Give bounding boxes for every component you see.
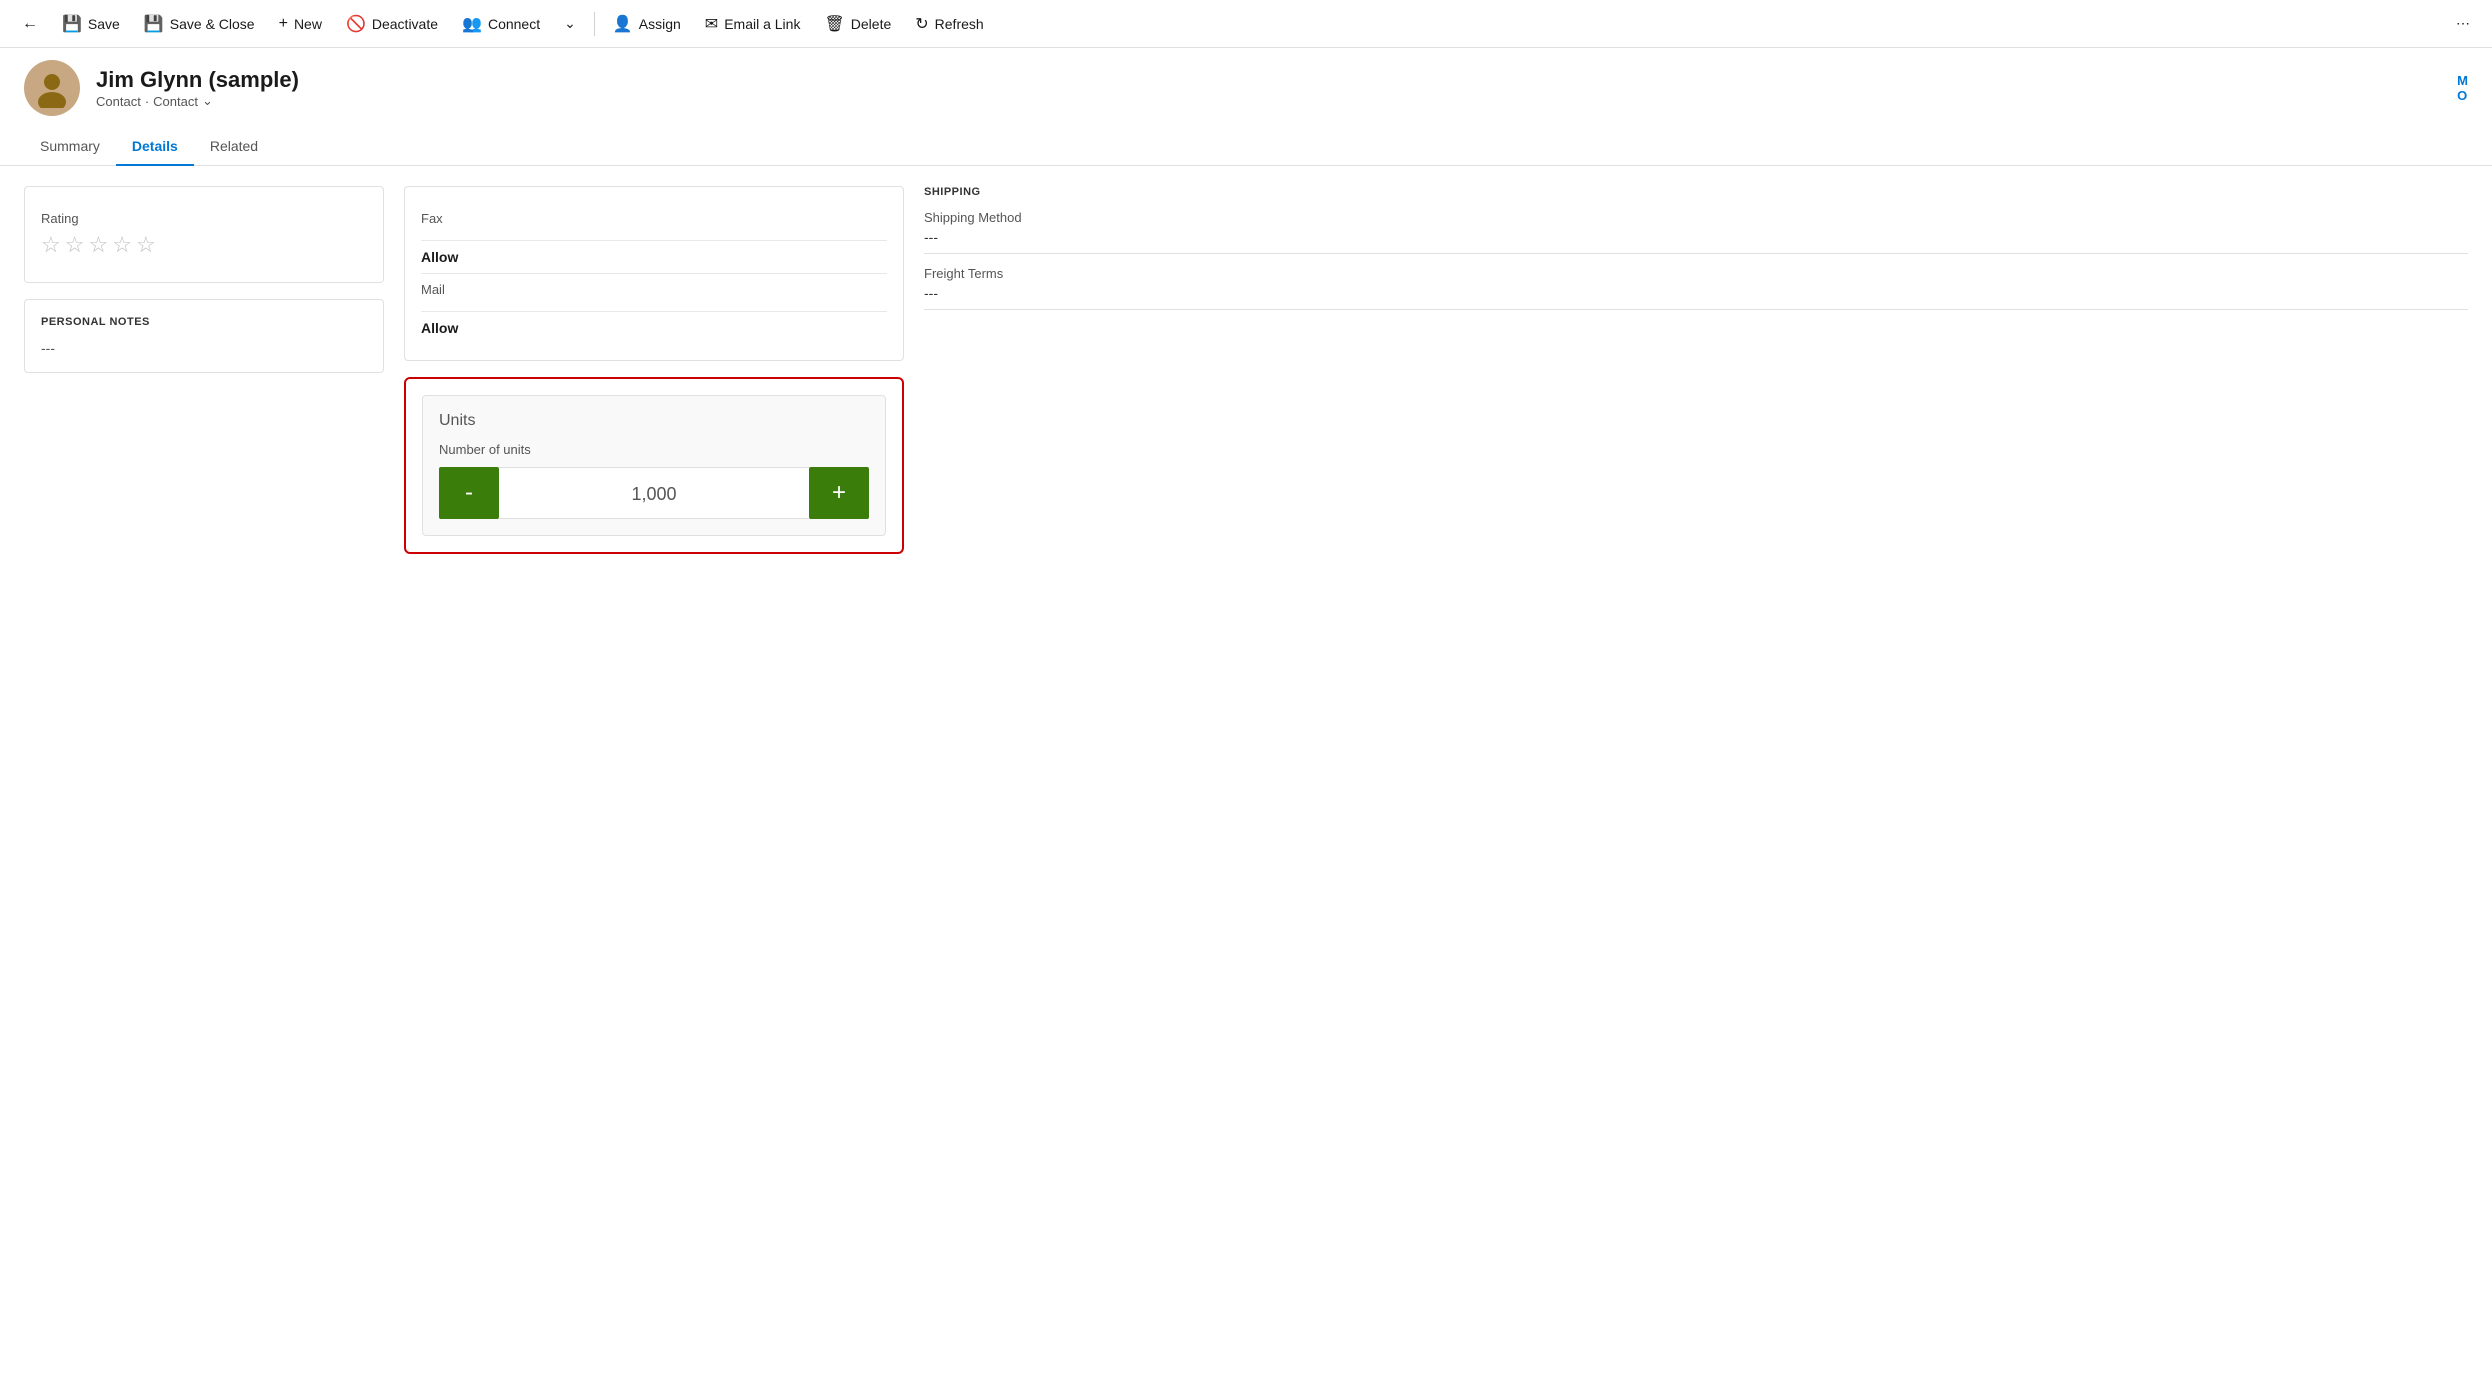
shipping-method-field: Shipping Method ---: [924, 210, 2468, 254]
units-value: 1,000: [499, 467, 809, 519]
refresh-icon: ↻: [915, 14, 928, 34]
right-column: SHIPPING Shipping Method --- Freight Ter…: [924, 186, 2468, 554]
star-4[interactable]: ☆: [112, 232, 132, 258]
connect-button[interactable]: 👥 Connect: [452, 8, 550, 40]
contact-separator: ·: [145, 94, 149, 109]
personal-notes-value: ---: [41, 340, 367, 356]
rating-stars[interactable]: ☆ ☆ ☆ ☆ ☆: [41, 232, 367, 258]
save-close-icon: 💾: [144, 14, 164, 34]
rating-card: Rating ☆ ☆ ☆ ☆ ☆: [24, 186, 384, 283]
mail-allow-field: Allow: [421, 312, 887, 344]
units-card-outer: Units Number of units - 1,000 +: [404, 377, 904, 554]
star-5[interactable]: ☆: [136, 232, 156, 258]
contact-type2[interactable]: Contact: [153, 94, 198, 109]
assign-icon: 👤: [613, 14, 633, 34]
mail-field: Mail: [421, 274, 887, 312]
delete-button[interactable]: 🗑 Delete: [814, 8, 901, 40]
mail-label: Mail: [421, 282, 887, 297]
contact-header: Jim Glynn (sample) Contact · Contact ⌄ M…: [0, 48, 2492, 128]
toolbar-separator: [594, 12, 595, 36]
shipping-method-value: ---: [924, 229, 2468, 254]
back-icon: ←: [22, 15, 38, 33]
rating-label: Rating: [41, 211, 367, 226]
refresh-button[interactable]: ↻ Refresh: [905, 8, 993, 40]
email-link-button[interactable]: ✉ Email a Link: [695, 8, 811, 40]
save-icon: 💾: [62, 14, 82, 34]
tab-related[interactable]: Related: [194, 128, 274, 166]
header-info: Jim Glynn (sample) Contact · Contact ⌄: [96, 67, 299, 109]
toolbar: ← 💾 Save 💾 Save & Close + New 🚫 Deactiva…: [0, 0, 2492, 48]
star-2[interactable]: ☆: [65, 232, 85, 258]
left-column: Rating ☆ ☆ ☆ ☆ ☆ PERSONAL NOTES ---: [24, 186, 384, 554]
freight-terms-field: Freight Terms ---: [924, 266, 2468, 310]
deactivate-icon: 🚫: [346, 14, 366, 34]
main-content: Rating ☆ ☆ ☆ ☆ ☆ PERSONAL NOTES --- Fax: [0, 166, 2492, 574]
star-3[interactable]: ☆: [88, 232, 108, 258]
save-button[interactable]: 💾 Save: [52, 8, 130, 40]
connect-icon: 👥: [462, 14, 482, 34]
shipping-method-label: Shipping Method: [924, 210, 2468, 225]
units-card-inner: Units Number of units - 1,000 +: [422, 395, 886, 536]
shipping-title: SHIPPING: [924, 186, 2468, 198]
email-icon: ✉: [705, 14, 718, 34]
fax-allow-value: Allow: [421, 249, 887, 265]
new-button[interactable]: + New: [269, 9, 332, 39]
save-close-button[interactable]: 💾 Save & Close: [134, 8, 265, 40]
units-plus-button[interactable]: +: [809, 467, 869, 519]
star-1[interactable]: ☆: [41, 232, 61, 258]
more-button[interactable]: ⋯: [2446, 9, 2480, 38]
contact-subtitle: Contact · Contact ⌄: [96, 93, 299, 109]
fax-allow-field: Allow: [421, 241, 887, 274]
back-button[interactable]: ←: [12, 9, 48, 39]
dropdown-button[interactable]: ⌄: [554, 9, 586, 38]
rating-field: Rating ☆ ☆ ☆ ☆ ☆: [41, 203, 367, 266]
tab-details[interactable]: Details: [116, 128, 194, 166]
freight-terms-label: Freight Terms: [924, 266, 2468, 281]
contact-type1: Contact: [96, 94, 141, 109]
units-minus-button[interactable]: -: [439, 467, 499, 519]
units-field-label: Number of units: [439, 442, 869, 457]
fax-label: Fax: [421, 211, 887, 226]
units-title: Units: [439, 412, 869, 430]
contact-details-card: Fax Allow Mail Allow: [404, 186, 904, 361]
fax-field: Fax: [421, 203, 887, 241]
middle-column: Fax Allow Mail Allow Units Number of uni…: [404, 186, 904, 554]
units-controls: - 1,000 +: [439, 467, 869, 519]
personal-notes-card: PERSONAL NOTES ---: [24, 299, 384, 373]
delete-icon: 🗑: [824, 14, 844, 34]
avatar: [24, 60, 80, 116]
freight-terms-value: ---: [924, 285, 2468, 310]
tabs: Summary Details Related: [0, 128, 2492, 166]
header-right: M O: [2457, 73, 2468, 103]
shipping-section: SHIPPING Shipping Method --- Freight Ter…: [924, 186, 2468, 322]
new-icon: +: [279, 15, 288, 33]
assign-button[interactable]: 👤 Assign: [603, 8, 691, 40]
personal-notes-title: PERSONAL NOTES: [41, 316, 367, 328]
contact-type-dropdown-icon[interactable]: ⌄: [202, 93, 213, 109]
deactivate-button[interactable]: 🚫 Deactivate: [336, 8, 448, 40]
mail-allow-value: Allow: [421, 320, 887, 336]
contact-name: Jim Glynn (sample): [96, 67, 299, 93]
tab-summary[interactable]: Summary: [24, 128, 116, 166]
